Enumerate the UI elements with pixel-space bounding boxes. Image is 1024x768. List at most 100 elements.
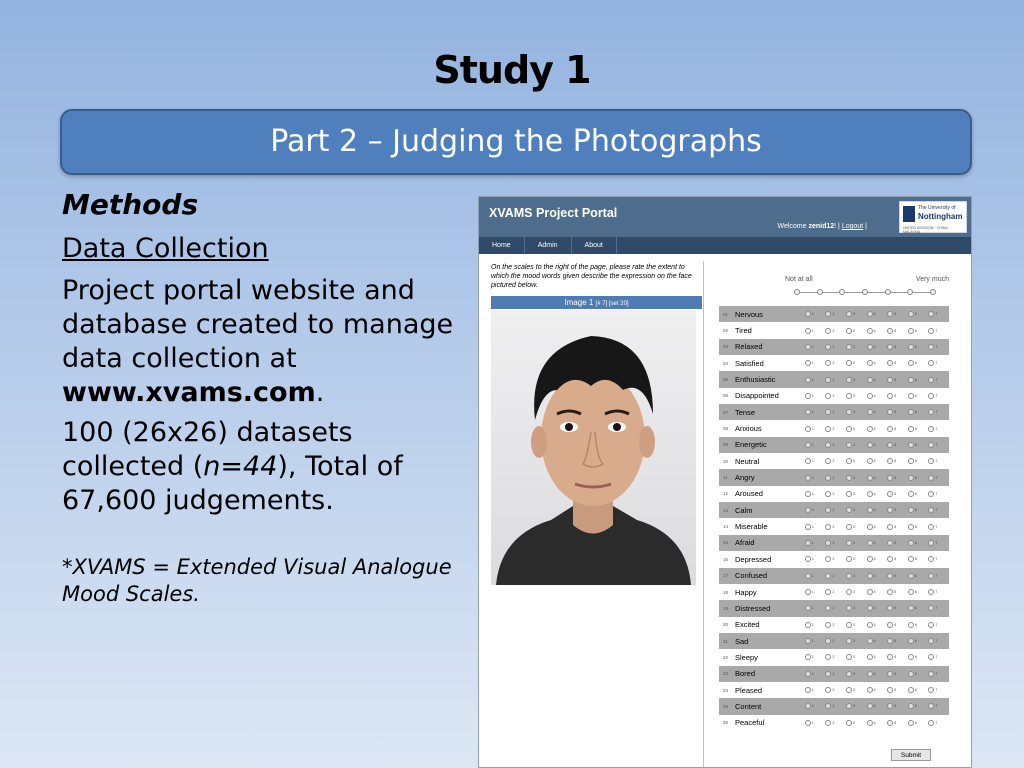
rating-radio[interactable] (928, 327, 935, 334)
rating-radio[interactable] (887, 409, 894, 416)
rating-radio[interactable] (804, 523, 811, 530)
rating-radio[interactable] (887, 490, 894, 497)
rating-radio[interactable] (928, 392, 935, 399)
rating-radio[interactable] (907, 474, 914, 481)
rating-radio[interactable] (804, 654, 811, 661)
rating-radio[interactable] (907, 523, 914, 530)
rating-radio[interactable] (907, 556, 914, 563)
rating-radio[interactable] (907, 409, 914, 416)
rating-radio[interactable] (846, 376, 853, 383)
rating-radio[interactable] (928, 719, 935, 726)
rating-radio[interactable] (825, 589, 832, 596)
rating-radio[interactable] (825, 638, 832, 645)
rating-radio[interactable] (825, 523, 832, 530)
rating-radio[interactable] (907, 572, 914, 579)
rating-radio[interactable] (887, 556, 894, 563)
rating-radio[interactable] (887, 621, 894, 628)
rating-radio[interactable] (804, 589, 811, 596)
rating-radio[interactable] (887, 572, 894, 579)
rating-radio[interactable] (846, 687, 853, 694)
rating-radio[interactable] (846, 441, 853, 448)
rating-radio[interactable] (887, 605, 894, 612)
rating-radio[interactable] (866, 343, 873, 350)
rating-radio[interactable] (887, 311, 894, 318)
rating-radio[interactable] (907, 392, 914, 399)
rating-radio[interactable] (928, 523, 935, 530)
rating-radio[interactable] (928, 572, 935, 579)
rating-radio[interactable] (846, 638, 853, 645)
rating-radio[interactable] (846, 605, 853, 612)
rating-radio[interactable] (928, 311, 935, 318)
rating-radio[interactable] (846, 621, 853, 628)
rating-radio[interactable] (804, 327, 811, 334)
rating-radio[interactable] (825, 703, 832, 710)
rating-radio[interactable] (804, 507, 811, 514)
rating-radio[interactable] (846, 654, 853, 661)
rating-radio[interactable] (887, 703, 894, 710)
rating-radio[interactable] (825, 343, 832, 350)
rating-radio[interactable] (825, 490, 832, 497)
rating-radio[interactable] (804, 343, 811, 350)
rating-radio[interactable] (907, 458, 914, 465)
rating-radio[interactable] (866, 409, 873, 416)
rating-radio[interactable] (804, 425, 811, 432)
rating-radio[interactable] (846, 327, 853, 334)
rating-radio[interactable] (907, 425, 914, 432)
rating-radio[interactable] (804, 360, 811, 367)
rating-radio[interactable] (866, 621, 873, 628)
rating-radio[interactable] (907, 687, 914, 694)
rating-radio[interactable] (804, 376, 811, 383)
rating-radio[interactable] (928, 474, 935, 481)
rating-radio[interactable] (887, 474, 894, 481)
rating-radio[interactable] (866, 670, 873, 677)
rating-radio[interactable] (928, 458, 935, 465)
rating-radio[interactable] (846, 523, 853, 530)
rating-radio[interactable] (825, 376, 832, 383)
rating-radio[interactable] (825, 311, 832, 318)
rating-radio[interactable] (907, 605, 914, 612)
rating-radio[interactable] (866, 425, 873, 432)
rating-radio[interactable] (887, 327, 894, 334)
rating-radio[interactable] (804, 703, 811, 710)
rating-radio[interactable] (907, 327, 914, 334)
rating-radio[interactable] (928, 589, 935, 596)
rating-radio[interactable] (804, 572, 811, 579)
rating-radio[interactable] (866, 556, 873, 563)
rating-radio[interactable] (866, 327, 873, 334)
rating-radio[interactable] (804, 409, 811, 416)
rating-radio[interactable] (928, 605, 935, 612)
rating-radio[interactable] (825, 719, 832, 726)
rating-radio[interactable] (866, 490, 873, 497)
rating-radio[interactable] (846, 703, 853, 710)
rating-radio[interactable] (907, 360, 914, 367)
rating-radio[interactable] (928, 376, 935, 383)
rating-radio[interactable] (887, 392, 894, 399)
rating-radio[interactable] (887, 719, 894, 726)
rating-radio[interactable] (907, 589, 914, 596)
rating-radio[interactable] (887, 523, 894, 530)
submit-button[interactable]: Submit (891, 749, 931, 761)
rating-radio[interactable] (887, 539, 894, 546)
rating-radio[interactable] (928, 360, 935, 367)
rating-radio[interactable] (887, 654, 894, 661)
rating-radio[interactable] (825, 327, 832, 334)
rating-radio[interactable] (907, 539, 914, 546)
rating-radio[interactable] (928, 638, 935, 645)
rating-radio[interactable] (907, 311, 914, 318)
rating-radio[interactable] (825, 474, 832, 481)
rating-radio[interactable] (928, 556, 935, 563)
rating-radio[interactable] (825, 687, 832, 694)
rating-radio[interactable] (825, 409, 832, 416)
rating-radio[interactable] (846, 589, 853, 596)
rating-radio[interactable] (866, 523, 873, 530)
rating-radio[interactable] (846, 392, 853, 399)
rating-radio[interactable] (907, 719, 914, 726)
rating-radio[interactable] (804, 638, 811, 645)
rating-radio[interactable] (866, 441, 873, 448)
rating-radio[interactable] (825, 556, 832, 563)
rating-radio[interactable] (928, 703, 935, 710)
rating-radio[interactable] (928, 441, 935, 448)
rating-radio[interactable] (928, 670, 935, 677)
rating-radio[interactable] (804, 556, 811, 563)
rating-radio[interactable] (907, 638, 914, 645)
